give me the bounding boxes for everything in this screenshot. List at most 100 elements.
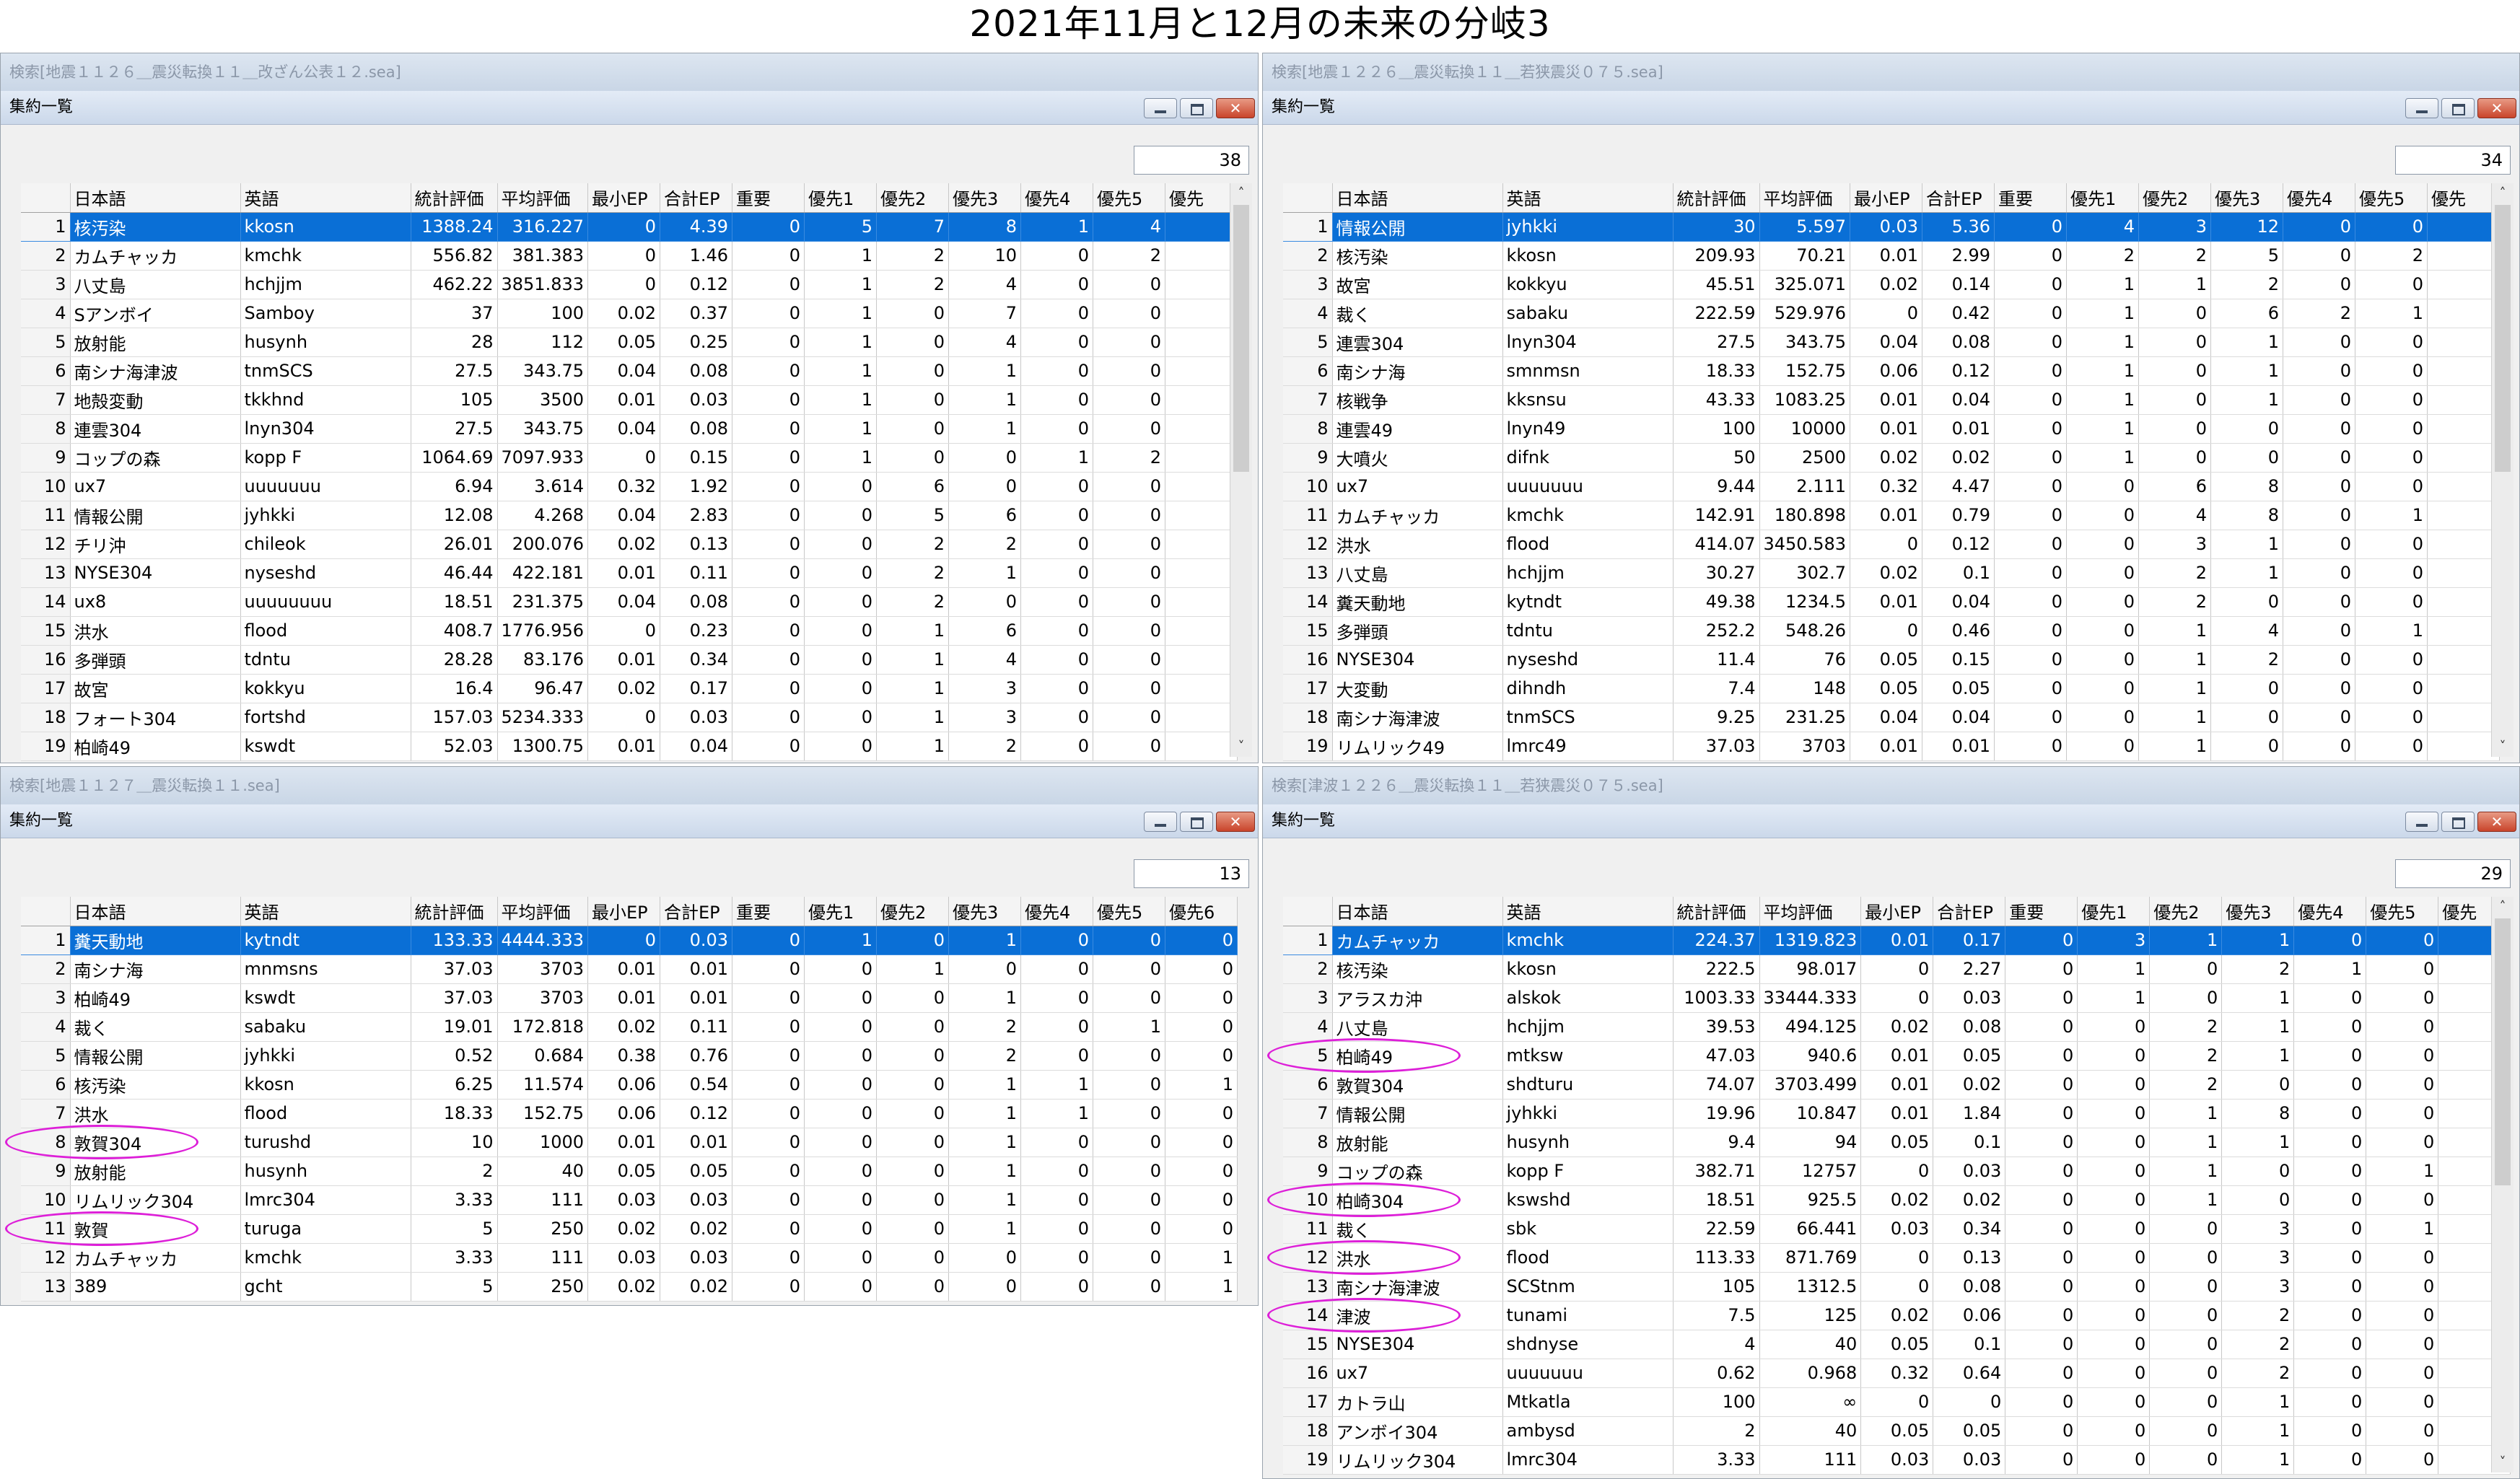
table-row[interactable]: 11 敦賀 turuga 5 250 0.02 0.02 0 0 0 1 0 0 0: [21, 1214, 1238, 1244]
column-header[interactable]: 優先1: [804, 183, 878, 213]
column-header[interactable]: 優先1: [804, 897, 878, 926]
column-header[interactable]: [1283, 897, 1333, 926]
scroll-up-arrow-icon[interactable]: ˄: [2492, 183, 2514, 203]
column-header[interactable]: 日本語: [70, 897, 241, 926]
minimize-button[interactable]: [2405, 812, 2438, 832]
table-row[interactable]: 9 大噴火 difnk 50 2500 0.02 0.02 0 1 0 0 0 0: [1283, 443, 2501, 473]
close-button[interactable]: [1216, 812, 1255, 832]
scroll-down-arrow-icon[interactable]: ˅: [1230, 737, 1252, 757]
vertical-scrollbar[interactable]: ˄ ˅: [2491, 183, 2514, 757]
table-row[interactable]: 15 洪水 flood 408.7 1776.956 0 0.23 0 0 1 6 0 0: [21, 616, 1238, 646]
table-row[interactable]: 19 リムリック49 lmrc49 37.03 3703 0.01 0.01 0 0 1 0 0 0: [1283, 732, 2501, 761]
table-row[interactable]: 6 南シナ海 smnmsn 18.33 152.75 0.06 0.12 0 1 0 1 0 0: [1283, 356, 2501, 386]
column-header[interactable]: 合計EP: [1933, 897, 2006, 926]
column-header[interactable]: 優先3: [2210, 183, 2284, 213]
column-header[interactable]: 優先4: [1020, 183, 1094, 213]
table-row[interactable]: 17 カトラ山 Mtkatla 100 ∞ 0 0 0 0 0 1 0 0: [1283, 1387, 2511, 1417]
table-row[interactable]: 3 故宮 kokkyu 45.51 325.071 0.02 0.14 0 1 1 2 0 0: [1283, 270, 2501, 299]
table-row[interactable]: 14 津波 tunami 7.5 125 0.02 0.06 0 0 0 2 0 0: [1283, 1301, 2511, 1330]
column-header[interactable]: 優先2: [2149, 897, 2223, 926]
column-header[interactable]: 優先: [1165, 183, 1238, 213]
column-header[interactable]: [1283, 183, 1333, 213]
column-header[interactable]: 最小EP: [587, 897, 661, 926]
scrollbar-thumb[interactable]: [2495, 918, 2511, 1185]
column-header[interactable]: [21, 183, 71, 213]
table-row[interactable]: 7 核戦争 kksnsu 43.33 1083.25 0.01 0.04 0 1 0 1 0 0: [1283, 385, 2501, 415]
table-row[interactable]: 10 ux7 uuuuuuu 6.94 3.614 0.32 1.92 0 0 6 0 0 0: [21, 472, 1238, 501]
table-row[interactable]: 14 ux8 uuuuuuuu 18.51 231.375 0.04 0.08 0 0 2 0 0 0: [21, 587, 1238, 617]
maximize-button[interactable]: [2441, 812, 2475, 832]
column-header[interactable]: 重要: [732, 897, 805, 926]
column-header[interactable]: 重要: [732, 183, 805, 213]
table-row[interactable]: 2 核汚染 kkosn 222.5 98.017 0 2.27 0 1 0 2 1 0: [1283, 954, 2511, 984]
table-row[interactable]: 5 放射能 husynh 28 112 0.05 0.25 0 1 0 4 0 0: [21, 328, 1238, 357]
table-row[interactable]: 2 核汚染 kkosn 209.93 70.21 0.01 2.99 0 2 2 5 0 2: [1283, 241, 2501, 271]
column-header[interactable]: 重要: [1994, 183, 2068, 213]
maximize-button[interactable]: [2441, 98, 2475, 118]
column-header[interactable]: 優先3: [948, 183, 1022, 213]
table-row[interactable]: 18 フォート304 fortshd 157.03 5234.333 0 0.03 0 0 1 3 0…: [21, 703, 1238, 732]
column-header[interactable]: 優先4: [1020, 897, 1094, 926]
table-row[interactable]: 17 大変動 dihndh 7.4 148 0.05 0.05 0 0 1 0 0 0: [1283, 674, 2501, 703]
table-row[interactable]: 10 ux7 uuuuuuu 9.44 2.111 0.32 4.47 0 0 6 8 0 0: [1283, 472, 2501, 501]
column-header[interactable]: 重要: [2005, 897, 2078, 926]
column-header[interactable]: 優先5: [1093, 897, 1166, 926]
column-header[interactable]: 平均評価: [497, 897, 589, 926]
column-header[interactable]: 統計評価: [411, 897, 498, 926]
table-row-selected[interactable]: 1 糞天動地 kytndt 133.33 4444.333 0 0.03 0 1 0 1 0 0 0: [21, 926, 1238, 955]
table-row[interactable]: 12 洪水 flood 414.07 3450.583 0 0.12 0 0 3 1 0 0: [1283, 530, 2501, 559]
table-row[interactable]: 8 敦賀304 turushd 10 1000 0.01 0.01 0 0 0 1 0 0 0: [21, 1128, 1238, 1157]
table-row[interactable]: 16 NYSE304 nyseshd 11.4 76 0.05 0.15 0 0 1 2 0 0: [1283, 645, 2501, 675]
table-row[interactable]: 8 放射能 husynh 9.4 94 0.05 0.1 0 0 1 1 0 0: [1283, 1128, 2511, 1157]
table-row[interactable]: 15 NYSE304 shdnyse 4 40 0.05 0.1 0 0 0 2 0 0: [1283, 1330, 2511, 1359]
table-row[interactable]: 19 柏崎49 kswdt 52.03 1300.75 0.01 0.04 0 0 1 2 0 0: [21, 732, 1238, 761]
column-header[interactable]: 優先3: [948, 897, 1022, 926]
column-header[interactable]: 優先5: [2355, 183, 2428, 213]
table-row[interactable]: 9 コップの森 kopp F 382.71 12757 0 0.03 0 0 1 0 0 1: [1283, 1157, 2511, 1186]
table-row[interactable]: 11 カムチャッカ kmchk 142.91 180.898 0.01 0.79 0 0 4 8 0 1: [1283, 501, 2501, 530]
column-header[interactable]: 優先2: [2138, 183, 2212, 213]
maximize-button[interactable]: [1180, 98, 1213, 118]
table-row[interactable]: 10 柏崎304 kswshd 18.51 925.5 0.02 0.02 0 0 1 0 0 0: [1283, 1185, 2511, 1215]
column-header[interactable]: 平均評価: [497, 183, 589, 213]
column-header[interactable]: 優先5: [2366, 897, 2439, 926]
table-row[interactable]: 10 リムリック304 lmrc304 3.33 111 0.03 0.03 0 0 0 1 0 0 0: [21, 1185, 1238, 1215]
table-row[interactable]: 12 カムチャッカ kmchk 3.33 111 0.03 0.03 0 0 0 0 0 0 1: [21, 1243, 1238, 1273]
close-button[interactable]: [2477, 98, 2516, 118]
table-row[interactable]: 11 裁く sbk 22.59 66.441 0.03 0.34 0 0 0 3 0 1: [1283, 1214, 2511, 1244]
table-row[interactable]: 15 多弾頭 tdntu 252.2 548.26 0 0.46 0 0 1 4 0 1: [1283, 616, 2501, 646]
column-header[interactable]: 合計EP: [1922, 183, 1995, 213]
table-row[interactable]: 6 南シナ海津波 tnmSCS 27.5 343.75 0.04 0.08 0 1 0 1 0 0: [21, 356, 1238, 386]
table-row[interactable]: 18 アンボイ304 ambysd 2 40 0.05 0.05 0 0 0 1 0 0: [1283, 1416, 2511, 1446]
table-row[interactable]: 16 ux7 uuuuuuu 0.62 0.968 0.32 0.64 0 0 0 2 0 0: [1283, 1359, 2511, 1388]
column-header[interactable]: 優先1: [2077, 897, 2151, 926]
table-row[interactable]: 8 連雲49 lnyn49 100 10000 0.01 0.01 0 1 0 0 0 0: [1283, 414, 2501, 444]
table-row[interactable]: 9 放射能 husynh 2 40 0.05 0.05 0 0 0 1 0 0 0: [21, 1157, 1238, 1186]
scroll-down-arrow-icon[interactable]: ˅: [2492, 737, 2514, 757]
table-row-selected[interactable]: 1 カムチャッカ kmchk 224.37 1319.823 0.01 0.17 0 3 1 1 0 0: [1283, 926, 2511, 955]
table-row[interactable]: 7 洪水 flood 18.33 152.75 0.06 0.12 0 0 0 1 1 0 0: [21, 1099, 1238, 1128]
table-row[interactable]: 9 コップの森 kopp F 1064.69 7097.933 0 0.15 0 1 0 0 1 2: [21, 443, 1238, 473]
table-row[interactable]: 4 八丈島 hchjjm 39.53 494.125 0.02 0.08 0 0 2 1 0 0: [1283, 1012, 2511, 1042]
table-row[interactable]: 6 核汚染 kkosn 6.25 11.574 0.06 0.54 0 0 0 1 1 0 1: [21, 1070, 1238, 1100]
table-row[interactable]: 5 柏崎49 mtksw 47.03 940.6 0.01 0.05 0 0 2 1 0 0: [1283, 1041, 2511, 1071]
column-header[interactable]: 最小EP: [1860, 897, 1934, 926]
column-header[interactable]: 優先4: [2283, 183, 2356, 213]
scrollbar-thumb[interactable]: [2495, 205, 2511, 472]
table-row[interactable]: 13 NYSE304 nyseshd 46.44 422.181 0.01 0.11 0 0 2 1…: [21, 558, 1238, 588]
table-row[interactable]: 8 連雲304 lnyn304 27.5 343.75 0.04 0.08 0 1 0 1 0 0: [21, 414, 1238, 444]
column-header[interactable]: 日本語: [1332, 183, 1503, 213]
table-row[interactable]: 5 情報公開 jyhkki 0.52 0.684 0.38 0.76 0 0 0 2 0 0 0: [21, 1041, 1238, 1071]
table-row[interactable]: 6 敦賀304 shdturu 74.07 3703.499 0.01 0.02 0 0 2 0 0 0: [1283, 1070, 2511, 1100]
column-header[interactable]: 合計EP: [660, 183, 733, 213]
close-button[interactable]: [1216, 98, 1255, 118]
column-header[interactable]: 優先1: [2066, 183, 2140, 213]
column-header[interactable]: 日本語: [70, 183, 241, 213]
table-row[interactable]: 3 アラスカ沖 alskok 1003.33 33444.333 0 0.03 0 1 0 1 0 0: [1283, 983, 2511, 1013]
table-row[interactable]: 5 連雲304 lnyn304 27.5 343.75 0.04 0.08 0 1 0 1 0 0: [1283, 328, 2501, 357]
vertical-scrollbar[interactable]: ˄ ˅: [1230, 183, 1252, 757]
column-header[interactable]: 優先: [2427, 183, 2501, 213]
column-header[interactable]: 最小EP: [587, 183, 661, 213]
column-header[interactable]: [21, 897, 71, 926]
column-header[interactable]: 統計評価: [1673, 897, 1760, 926]
